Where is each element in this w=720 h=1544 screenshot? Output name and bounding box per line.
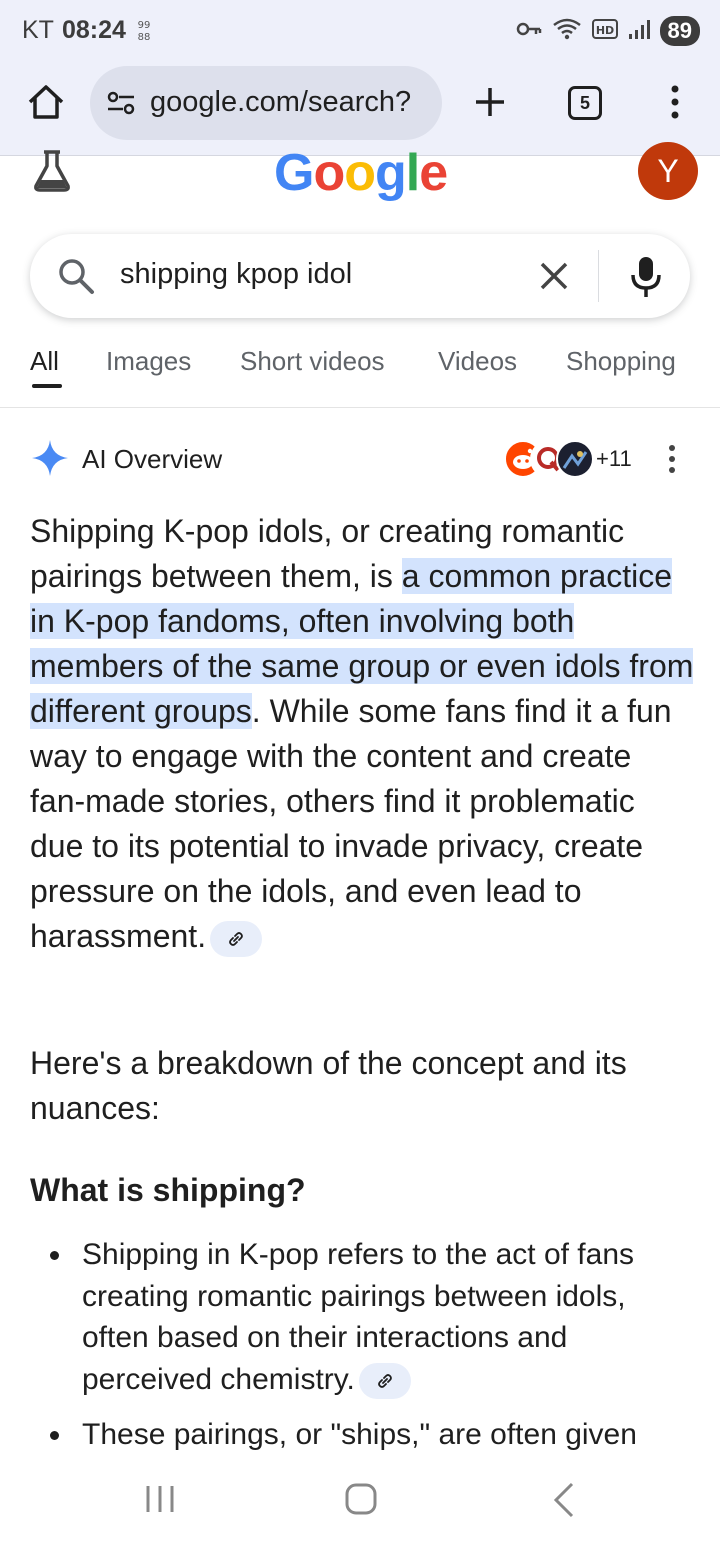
plus-icon <box>476 88 504 116</box>
tab-short-videos[interactable]: Short videos <box>240 346 385 377</box>
back-button[interactable] <box>550 1480 576 1520</box>
source-count[interactable]: +11 <box>596 446 632 472</box>
breakdown-text: Here's a breakdown of the concept and it… <box>30 1045 627 1126</box>
key-icon <box>516 20 542 43</box>
labs-flask-icon[interactable] <box>32 150 72 192</box>
clear-search-button[interactable] <box>536 258 572 294</box>
url-text[interactable]: google.com/search? <box>150 86 411 119</box>
intro-text-end: . While some fans find it a fun way to e… <box>30 693 672 954</box>
tab-all[interactable]: All <box>30 346 59 377</box>
address-bar[interactable]: google.com/search? <box>90 66 442 140</box>
ai-overview-title: AI Overview <box>82 444 223 474</box>
bullet-text: These pairings, or "ships," are often gi… <box>82 1418 637 1451</box>
bullet-text: Shipping in K-pop refers to the act of f… <box>82 1238 634 1396</box>
system-nav-bar <box>0 1460 720 1544</box>
search-icon <box>56 256 96 296</box>
mic-icon <box>631 257 661 297</box>
voice-search-button[interactable] <box>628 254 664 300</box>
search-box[interactable]: shipping kpop idol <box>30 234 690 318</box>
search-input[interactable]: shipping kpop idol <box>120 258 352 291</box>
system-home-button[interactable] <box>344 1482 378 1516</box>
account-avatar[interactable]: Y <box>638 142 698 200</box>
back-icon <box>553 1482 574 1518</box>
battery-indicator: 89 <box>659 16 700 46</box>
tab-switcher-button[interactable]: 5 <box>568 86 602 120</box>
source-link-chip[interactable] <box>358 1362 411 1399</box>
clock: 08:24 <box>61 16 126 44</box>
source-thumbnail-icon <box>556 440 594 478</box>
search-divider <box>598 250 599 302</box>
close-icon <box>540 262 568 290</box>
active-tab-indicator <box>32 384 62 388</box>
hd-icon: HD <box>591 18 618 45</box>
svg-text:99: 99 <box>138 20 151 31</box>
browser-menu-button[interactable] <box>664 84 686 120</box>
site-settings-icon[interactable] <box>104 89 138 117</box>
list-item: Shipping in K-pop refers to the act of f… <box>30 1234 694 1400</box>
section-heading: What is shipping? <box>30 1172 306 1208</box>
more-vert-icon <box>671 85 679 119</box>
carrier-label: KT <box>22 16 54 44</box>
bullet-list: Shipping in K-pop refers to the act of f… <box>30 1234 694 1470</box>
status-right: HD 89 <box>516 16 700 46</box>
ai-overview-intro: Shipping K-pop idols, or creating romant… <box>30 509 694 959</box>
source-link-chip[interactable] <box>210 920 263 957</box>
tab-shopping[interactable]: Shopping <box>566 346 676 377</box>
home-button[interactable] <box>26 82 66 122</box>
ai-sparkle-icon <box>30 438 70 478</box>
tab-images[interactable]: Images <box>106 346 191 377</box>
source-avatars[interactable] <box>504 440 594 478</box>
more-vert-icon <box>669 445 675 473</box>
status-bar: KT 08:24 99 88 HD 89 <box>0 0 720 64</box>
status-left: KT 08:24 99 88 <box>22 16 154 45</box>
recents-icon <box>146 1486 174 1512</box>
google-logo[interactable]: Google <box>274 140 454 222</box>
ai-overview-menu-button[interactable] <box>664 444 680 474</box>
data-usage-icon: 99 88 <box>134 17 154 45</box>
list-item: These pairings, or "ships," are often gi… <box>30 1414 694 1456</box>
link-icon <box>377 1373 392 1388</box>
svg-text:Google: Google <box>274 144 447 202</box>
svg-text:HD: HD <box>595 24 613 37</box>
home-icon <box>28 85 64 119</box>
svg-text:88: 88 <box>138 32 151 43</box>
tab-videos[interactable]: Videos <box>438 346 517 377</box>
home-square-icon <box>345 1483 377 1515</box>
wifi-icon <box>552 17 582 46</box>
signal-icon <box>628 18 650 45</box>
search-tabs: All Images Short videos Videos Shopping <box>0 340 720 408</box>
link-icon <box>229 931 243 946</box>
new-tab-button[interactable] <box>472 84 508 120</box>
recent-apps-button[interactable] <box>144 1484 176 1514</box>
